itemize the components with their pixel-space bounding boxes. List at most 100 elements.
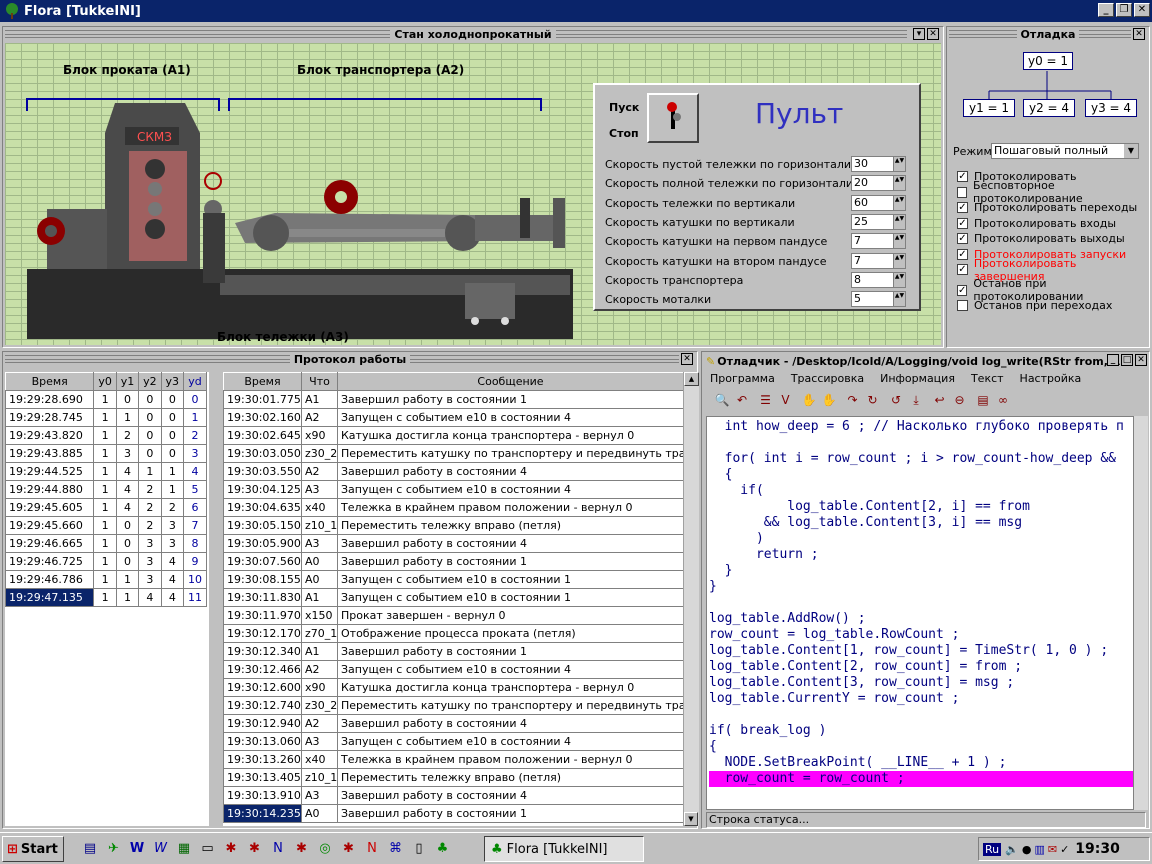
option-checkbox[interactable]: Бесповторное протоколирование <box>957 179 1147 205</box>
scroll-up-icon[interactable]: ▲ <box>684 372 699 386</box>
debugger-min-button[interactable]: _ <box>1107 354 1119 366</box>
table-row[interactable]: 19:29:28.745 1 1 0 0 1 <box>4 408 207 427</box>
minimize-button[interactable]: _ <box>1098 3 1114 17</box>
table-row[interactable]: 19:30:13.910 A3 Завершил работу в состояни… <box>223 786 684 805</box>
return-icon[interactable]: ↩ <box>930 390 950 410</box>
mill-close-button[interactable]: ✕ <box>927 28 939 40</box>
table-row[interactable]: 19:30:05.900 A3 Завершил работу в состояни… <box>223 534 684 553</box>
checkbox-box[interactable]: ✓ <box>957 171 968 183</box>
step-over-icon[interactable]: ↷ <box>843 390 863 410</box>
checkbox-box[interactable]: ✓ <box>957 284 968 296</box>
code-vscrollbar[interactable] <box>1134 416 1148 810</box>
column-header[interactable]: Сообщение <box>337 372 684 391</box>
protocol-close-button[interactable]: ✕ <box>681 353 693 365</box>
option-checkbox[interactable]: ✓ Протоколировать завершения <box>957 257 1147 283</box>
start-stop-switch[interactable] <box>647 93 699 143</box>
stop-icon[interactable]: ⊖ <box>950 390 970 410</box>
tray-icon[interactable]: ● <box>1022 843 1032 856</box>
step-into-icon[interactable]: ↻ <box>863 390 883 410</box>
menu-item[interactable]: Программа <box>710 372 775 385</box>
table-row[interactable]: 19:30:07.560 A0 Завершил работу в состояни… <box>223 552 684 571</box>
column-header[interactable]: y0 <box>93 372 117 391</box>
table-row[interactable]: 19:29:46.665 1 0 3 3 8 <box>4 534 207 553</box>
table-row[interactable]: 19:29:28.690 1 0 0 0 0 <box>4 390 207 409</box>
param-spinbox[interactable]: 7 ▲▼ <box>851 252 906 269</box>
param-spinbox[interactable]: 8 ▲▼ <box>851 271 906 288</box>
checkbox-box[interactable]: ✓ <box>957 248 968 260</box>
close-button[interactable]: ✕ <box>1134 3 1150 17</box>
table-row[interactable]: 19:30:12.740 z30_2 Переместить катушку по … <box>223 696 684 715</box>
glasses-icon[interactable]: ∞ <box>993 390 1013 410</box>
column-header[interactable]: Что <box>301 372 338 391</box>
spin-arrows-icon[interactable]: ▲▼ <box>893 234 905 249</box>
table-row[interactable]: 19:30:04.635 x40 Тележка в крайнем правом … <box>223 498 684 517</box>
spin-arrows-icon[interactable]: ▲▼ <box>893 157 905 171</box>
table-row[interactable]: 19:30:13.060 A3 Запущен с событием e10 в с… <box>223 732 684 751</box>
app-launch-icon[interactable]: ▭ <box>199 840 217 858</box>
checkbox-box[interactable] <box>957 186 968 198</box>
table-row[interactable]: 19:29:47.135 1 1 4 4 11 <box>4 588 207 607</box>
table-row[interactable]: 19:30:03.050 z30_2 Переместить катушку по … <box>223 444 684 463</box>
table-row[interactable]: 19:30:03.550 A2 Завершил работу в состояни… <box>223 462 684 481</box>
spin-arrows-icon[interactable]: ▲▼ <box>893 272 905 287</box>
checkbox-box[interactable]: ✓ <box>957 202 968 214</box>
table-row[interactable]: 19:30:12.340 A1 Завершил работу в состояни… <box>223 642 684 661</box>
table-row[interactable]: 19:29:45.605 1 4 2 2 6 <box>4 498 207 517</box>
option-checkbox[interactable]: ✓ Останов при протоколировании <box>957 277 1147 303</box>
table-row[interactable]: 19:29:44.525 1 4 1 1 4 <box>4 462 207 481</box>
debugger-close-button[interactable]: ✕ <box>1135 354 1147 366</box>
option-checkbox[interactable]: ✓ Протоколировать переходы <box>957 200 1147 216</box>
taskbar-task-flora[interactable]: ♣ Flora [TukkeINI] <box>484 836 644 862</box>
option-checkbox[interactable]: ✓ Протоколировать выходы <box>957 231 1147 247</box>
menu-item[interactable]: Настройка <box>1020 372 1082 385</box>
spin-arrows-icon[interactable]: ▲▼ <box>893 195 905 210</box>
table-row[interactable]: 19:29:46.786 1 1 3 4 10 <box>4 570 207 589</box>
app-launch-icon[interactable]: N <box>363 840 381 858</box>
table-row[interactable]: 19:30:12.600 x90 Катушка достигла конца тр… <box>223 678 684 697</box>
column-header[interactable]: y1 <box>115 372 140 391</box>
table-row[interactable]: 19:30:12.940 A2 Завершил работу в состояни… <box>223 714 684 733</box>
mode-select[interactable]: Пошаговый полный ▼ <box>991 143 1139 159</box>
app-launch-icon[interactable]: ▯ <box>410 840 428 858</box>
trace-icon[interactable]: ⤓ <box>906 390 926 410</box>
run-to-icon[interactable]: ✋ <box>819 390 839 410</box>
code-editor[interactable]: int how_deep = 6 ; // Насколько глубоко … <box>706 416 1134 810</box>
language-indicator[interactable]: Ru <box>983 842 1002 856</box>
app-launch-icon[interactable]: ✱ <box>222 840 240 858</box>
table-row[interactable]: 19:29:45.660 1 0 2 3 7 <box>4 516 207 535</box>
app-launch-icon[interactable]: N <box>269 840 287 858</box>
param-spinbox[interactable]: 30 ▲▼ <box>851 156 906 172</box>
tree-icon[interactable]: ♣ <box>434 840 452 858</box>
column-header[interactable]: yd <box>183 372 207 391</box>
param-spinbox[interactable]: 7 ▲▼ <box>851 233 906 250</box>
spin-arrows-icon[interactable]: ▲▼ <box>893 176 905 191</box>
checkbox-box[interactable]: ✓ <box>957 217 968 229</box>
table-row[interactable]: 19:30:13.260 x40 Тележка в крайнем правом … <box>223 750 684 769</box>
table-row[interactable]: 19:29:43.820 1 2 0 0 2 <box>4 426 207 445</box>
app-launch-icon[interactable]: ✱ <box>246 840 264 858</box>
column-header[interactable]: y3 <box>160 372 185 391</box>
checkbox-box[interactable]: ✓ <box>957 264 968 276</box>
volume-icon[interactable]: 🔈 <box>1005 843 1019 856</box>
table-row[interactable]: 19:30:08.155 A0 Запущен с событием e10 в с… <box>223 570 684 589</box>
watch-icon[interactable]: V <box>776 390 796 410</box>
word-icon[interactable]: W <box>152 840 170 858</box>
table-row[interactable]: 19:30:12.466 A2 Запущен с событием e10 в с… <box>223 660 684 679</box>
tray-icon[interactable]: ✓ <box>1060 843 1069 856</box>
undo-icon[interactable]: ↶ <box>732 390 752 410</box>
table-row[interactable]: 19:30:04.125 A3 Запущен с событием e10 в с… <box>223 480 684 499</box>
start-button[interactable]: ⊞ Start <box>2 836 64 862</box>
step-out-icon[interactable]: ↺ <box>886 390 906 410</box>
column-header[interactable]: y2 <box>138 372 162 391</box>
mill-restore-button[interactable]: ▾ <box>913 28 925 40</box>
table-row[interactable]: 19:30:14.235 A0 Завершил работу в состояни… <box>223 804 684 823</box>
scroll-down-icon[interactable]: ▼ <box>684 812 698 826</box>
table-row[interactable]: 19:29:46.725 1 0 3 4 9 <box>4 552 207 571</box>
app-launch-icon[interactable]: ▦ <box>175 840 193 858</box>
column-header[interactable]: Время <box>4 372 95 391</box>
table-row[interactable]: 19:30:02.160 A2 Запущен с событием e10 в с… <box>223 408 684 427</box>
table-row[interactable]: 19:30:13.405 z10_1 Переместить тележку впр… <box>223 768 684 787</box>
table-row[interactable]: 19:30:12.170 z70_1 Отображение процесса пр… <box>223 624 684 643</box>
log-icon[interactable]: ▤ <box>973 390 993 410</box>
spin-arrows-icon[interactable]: ▲▼ <box>893 253 905 268</box>
